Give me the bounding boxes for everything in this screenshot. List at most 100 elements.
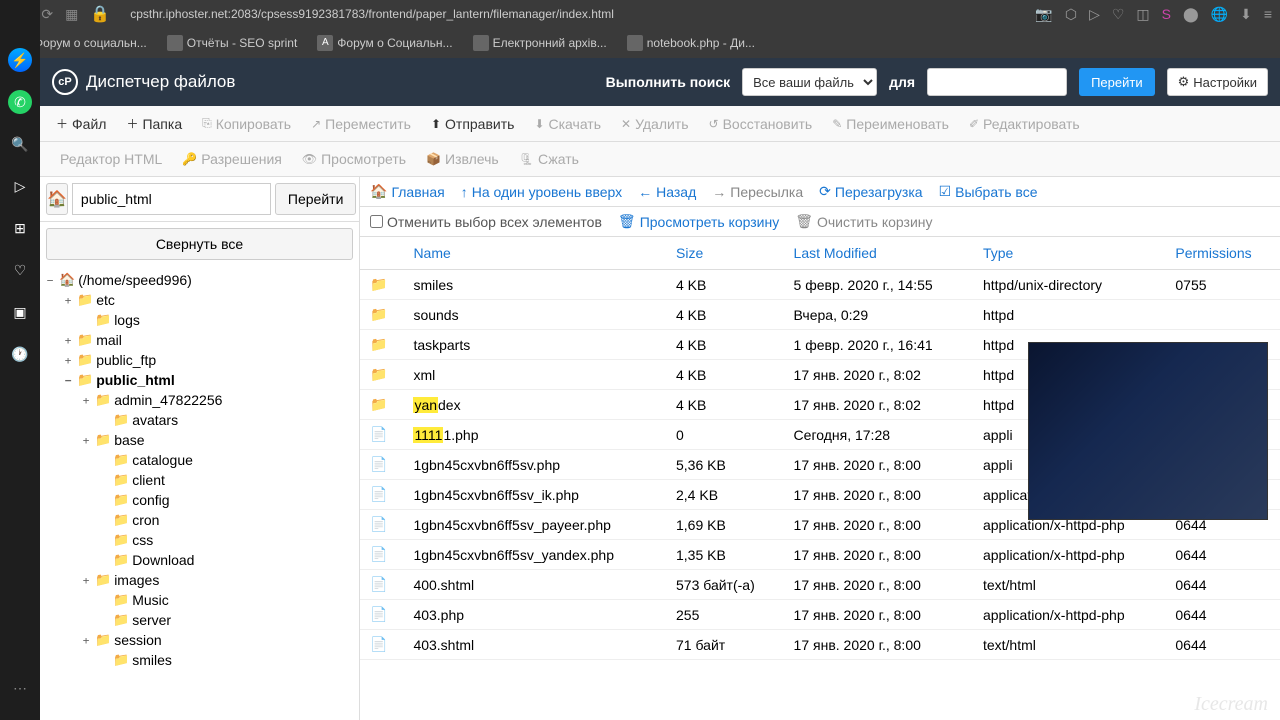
expander-icon[interactable]: +	[62, 294, 74, 307]
arrow-right-icon: →	[712, 184, 726, 200]
heart-icon[interactable]: ♡	[1112, 6, 1125, 23]
nav-reload-link[interactable]: ⟳Перезагрузка	[819, 183, 922, 200]
tree-node-public_html[interactable]: −📁public_html	[40, 370, 359, 390]
toolbar-Папка[interactable]: ＋Папка	[118, 111, 190, 136]
heart-icon[interactable]: ♡	[8, 258, 32, 282]
tree-node-server[interactable]: 📁server	[40, 610, 359, 630]
bookmark-item[interactable]: AФорум о Социальн...	[311, 33, 458, 53]
tree-node-cron[interactable]: 📁cron	[40, 510, 359, 530]
tree-root[interactable]: − 🏠 (/home/speed996)	[40, 270, 359, 290]
nav-up-link[interactable]: ↑На один уровень вверх	[461, 183, 622, 200]
cell-size: 1,69 KB	[666, 510, 784, 540]
apps-icon[interactable]: ⊞	[8, 216, 32, 240]
ext2-icon[interactable]: S	[1162, 6, 1171, 23]
col-modified[interactable]: Last Modified	[784, 237, 973, 270]
tree-node-client[interactable]: 📁client	[40, 470, 359, 490]
menu-icon[interactable]: ≡	[1264, 6, 1272, 23]
tree-node-base[interactable]: +📁base	[40, 430, 359, 450]
bookmark-item[interactable]: notebook.php - Ди...	[621, 33, 761, 53]
more-icon[interactable]: ⋯	[8, 676, 32, 700]
home-button[interactable]: 🏠	[46, 183, 68, 215]
collapse-all-button[interactable]: Свернуть все	[46, 228, 353, 260]
ext-icon[interactable]: ◫	[1136, 6, 1149, 23]
nav-home-link[interactable]: 🏠Главная	[370, 183, 445, 200]
panels-icon[interactable]: ▦	[65, 6, 78, 23]
nav-forward-link[interactable]: →Пересылка	[712, 183, 803, 200]
expander-icon[interactable]: +	[62, 354, 74, 367]
play-icon[interactable]: ▷	[1089, 6, 1100, 23]
expander-icon[interactable]: +	[80, 394, 92, 407]
nav-back-link[interactable]: ←Назад	[638, 183, 696, 200]
tree-label: logs	[114, 312, 140, 328]
cell-name: xml	[403, 360, 666, 390]
expander-icon[interactable]: +	[80, 634, 92, 647]
expander-icon[interactable]: +	[80, 574, 92, 587]
table-row[interactable]: 📁sounds4 KBВчера, 0:29httpd	[360, 300, 1280, 330]
toolbar-Отправить[interactable]: ⬆Отправить	[423, 112, 522, 136]
view-trash-link[interactable]: 🗑Просмотреть корзину	[618, 213, 779, 230]
reload-icon[interactable]: ⟳	[41, 6, 53, 23]
bookmark-item[interactable]: Електронний архів...	[467, 33, 613, 53]
lock-icon: 🔒	[90, 4, 110, 24]
toolbar-Копировать: ⎘Копировать	[194, 112, 299, 136]
expander-icon[interactable]: +	[62, 334, 74, 347]
file-icon: 📄	[370, 576, 387, 592]
tree-node-Music[interactable]: 📁Music	[40, 590, 359, 610]
tree-node-images[interactable]: +📁images	[40, 570, 359, 590]
tree-node-catalogue[interactable]: 📁catalogue	[40, 450, 359, 470]
expander-icon[interactable]: −	[62, 374, 74, 387]
table-row[interactable]: 📁smiles4 KB5 февр. 2020 г., 14:55httpd/u…	[360, 270, 1280, 300]
table-row[interactable]: 📄400.shtml573 байт(-а)17 янв. 2020 г., 8…	[360, 570, 1280, 600]
messenger-icon[interactable]: ⚡	[8, 48, 32, 72]
tree-node-mail[interactable]: +📁mail	[40, 330, 359, 350]
deselect-checkbox-input[interactable]	[370, 215, 383, 228]
tree-node-admin_47822256[interactable]: +📁admin_47822256	[40, 390, 359, 410]
search-icon[interactable]: 🔍	[8, 132, 32, 156]
download-icon[interactable]: ⬇	[1240, 6, 1252, 23]
folder-icon: 📁	[113, 552, 129, 568]
tree-node-Download[interactable]: 📁Download	[40, 550, 359, 570]
folder-icon: 📁	[113, 452, 129, 468]
bookmark-item[interactable]: Отчёты - SEO sprint	[161, 33, 304, 53]
tree-node-css[interactable]: 📁css	[40, 530, 359, 550]
globe-icon[interactable]: 🌐	[1211, 6, 1228, 23]
url-text[interactable]: cpsthr.iphoster.net:2083/cpsess919238178…	[130, 7, 1023, 21]
deselect-all-checkbox[interactable]: Отменить выбор всех элементов	[370, 213, 602, 230]
col-perms[interactable]: Permissions	[1165, 237, 1280, 270]
file-icon: 📄	[370, 426, 387, 442]
ext3-icon[interactable]: ⬤	[1183, 6, 1199, 23]
col-icon[interactable]	[360, 237, 403, 270]
search-input[interactable]	[927, 68, 1067, 96]
tree-node-session[interactable]: +📁session	[40, 630, 359, 650]
shield-icon[interactable]: ⬡	[1065, 6, 1077, 23]
history-icon[interactable]: 🕐	[8, 342, 32, 366]
cell-size: 573 байт(-а)	[666, 570, 784, 600]
tree-node-avatars[interactable]: 📁avatars	[40, 410, 359, 430]
search-scope-select[interactable]: Все ваши файлы	[742, 68, 877, 96]
tree-node-etc[interactable]: +📁etc	[40, 290, 359, 310]
table-row[interactable]: 📄403.shtml71 байт17 янв. 2020 г., 8:00te…	[360, 630, 1280, 660]
whatsapp-icon[interactable]: ✆	[8, 90, 32, 114]
collapse-icon[interactable]: −	[44, 274, 56, 287]
play-icon[interactable]: ▷	[8, 174, 32, 198]
empty-trash-link[interactable]: 🗑Очистить корзину	[795, 213, 932, 230]
col-type[interactable]: Type	[973, 237, 1165, 270]
table-row[interactable]: 📄1gbn45cxvbn6ff5sv_yandex.php1,35 KB17 я…	[360, 540, 1280, 570]
tree-node-smiles[interactable]: 📁smiles	[40, 650, 359, 670]
table-row[interactable]: 📄403.php25517 янв. 2020 г., 8:00applicat…	[360, 600, 1280, 630]
col-name[interactable]: Name	[403, 237, 666, 270]
camera-icon[interactable]: 📷	[1035, 6, 1052, 23]
col-size[interactable]: Size	[666, 237, 784, 270]
path-input[interactable]	[72, 183, 271, 215]
expander-icon[interactable]: +	[80, 434, 92, 447]
tree-node-public_ftp[interactable]: +📁public_ftp	[40, 350, 359, 370]
tree-node-logs[interactable]: 📁logs	[40, 310, 359, 330]
settings-button[interactable]: ⚙Настройки	[1167, 68, 1268, 96]
path-go-button[interactable]: Перейти	[275, 183, 356, 215]
search-go-button[interactable]: Перейти	[1079, 68, 1155, 96]
select-all-link[interactable]: ☑Выбрать все	[939, 183, 1038, 200]
tree-node-config[interactable]: 📁config	[40, 490, 359, 510]
window-icon[interactable]: ▣	[8, 300, 32, 324]
toolbar-Файл[interactable]: ＋Файл	[48, 111, 114, 136]
browser-right-icons: 📷 ⬡ ▷ ♡ ◫ S ⬤ 🌐 ⬇ ≡	[1035, 6, 1272, 23]
